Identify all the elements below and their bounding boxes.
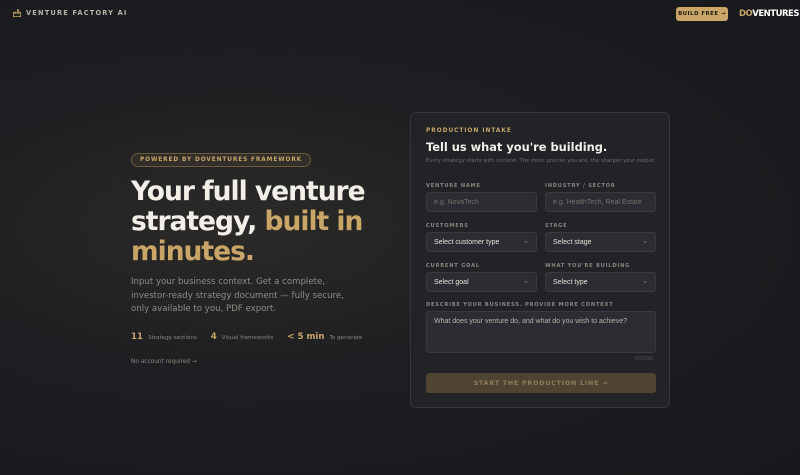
chevron-down-icon xyxy=(643,280,647,284)
intake-form-card: PRODUCTION INTAKE Tell us what you're bu… xyxy=(410,112,670,408)
venture-name-label: VENTURE NAME xyxy=(426,183,481,189)
brand[interactable]: VENTURE FACTORY AI xyxy=(13,9,128,17)
character-counter: 0/2000 xyxy=(635,356,653,362)
start-production-button[interactable]: START THE PRODUCTION LINE → xyxy=(426,373,656,393)
form-subtitle: Every strategy starts with context. The … xyxy=(426,158,656,164)
stat-time: < 5 min To generate xyxy=(287,332,362,342)
building-label: WHAT YOU'RE BUILDING xyxy=(545,263,631,269)
goal-selected: Select goal xyxy=(434,278,469,286)
building-select[interactable]: Select type xyxy=(545,272,656,292)
form-title: Tell us what you're building. xyxy=(426,140,608,154)
build-free-button[interactable]: BUILD FREE → xyxy=(676,7,728,21)
goal-select[interactable]: Select goal xyxy=(426,272,537,292)
logo-do: DO xyxy=(739,9,753,19)
brand-name: VENTURE FACTORY AI xyxy=(26,9,128,17)
stat-frameworks: 4 Visual frameworks xyxy=(211,332,274,342)
stat-sections: 11 Strategy sections xyxy=(131,332,197,342)
building-selected: Select type xyxy=(553,278,588,286)
stat-label: Strategy sections xyxy=(147,335,197,341)
logo-ventures: VENTURES xyxy=(752,9,799,19)
hero-description: Input your business context. Get a compl… xyxy=(131,277,344,314)
no-account-link[interactable]: No account required → xyxy=(131,359,197,365)
stage-selected: Select stage xyxy=(553,238,592,246)
factory-icon xyxy=(13,9,21,17)
chevron-down-icon xyxy=(524,240,528,244)
stat-value: 4 xyxy=(210,332,217,342)
stats-row: 11 Strategy sections 4 Visual frameworks… xyxy=(131,332,376,342)
industry-label: INDUSTRY / SECTOR xyxy=(545,183,616,189)
page-title: Your full venture strategy, built in min… xyxy=(131,177,371,267)
industry-input[interactable] xyxy=(545,192,656,212)
framework-badge: POWERED BY DOVENTURES FRAMEWORK xyxy=(131,153,312,167)
describe-label: DESCRIBE YOUR BUSINESS. PROVIDE MORE CON… xyxy=(426,302,614,308)
stage-select[interactable]: Select stage xyxy=(545,232,656,252)
customers-label: CUSTOMERS xyxy=(426,223,469,229)
chevron-down-icon xyxy=(524,280,528,284)
stat-label: To generate xyxy=(329,335,363,341)
customers-selected: Select customer type xyxy=(434,238,500,246)
stat-value: 11 xyxy=(131,332,143,342)
doventures-logo[interactable]: DO VENTURES xyxy=(739,9,799,19)
chevron-down-icon xyxy=(643,240,647,244)
stage-label: STAGE xyxy=(545,223,568,229)
customers-select[interactable]: Select customer type xyxy=(426,232,537,252)
stat-label: Visual frameworks xyxy=(221,335,274,341)
form-kicker: PRODUCTION INTAKE xyxy=(426,128,512,134)
stat-value: < 5 min xyxy=(287,332,325,342)
goal-label: CURRENT GOAL xyxy=(426,263,480,269)
venture-name-input[interactable] xyxy=(426,192,537,212)
describe-textarea[interactable] xyxy=(426,311,656,353)
top-nav: VENTURE FACTORY AI BUILD FREE → DO VENTUR… xyxy=(0,0,800,30)
